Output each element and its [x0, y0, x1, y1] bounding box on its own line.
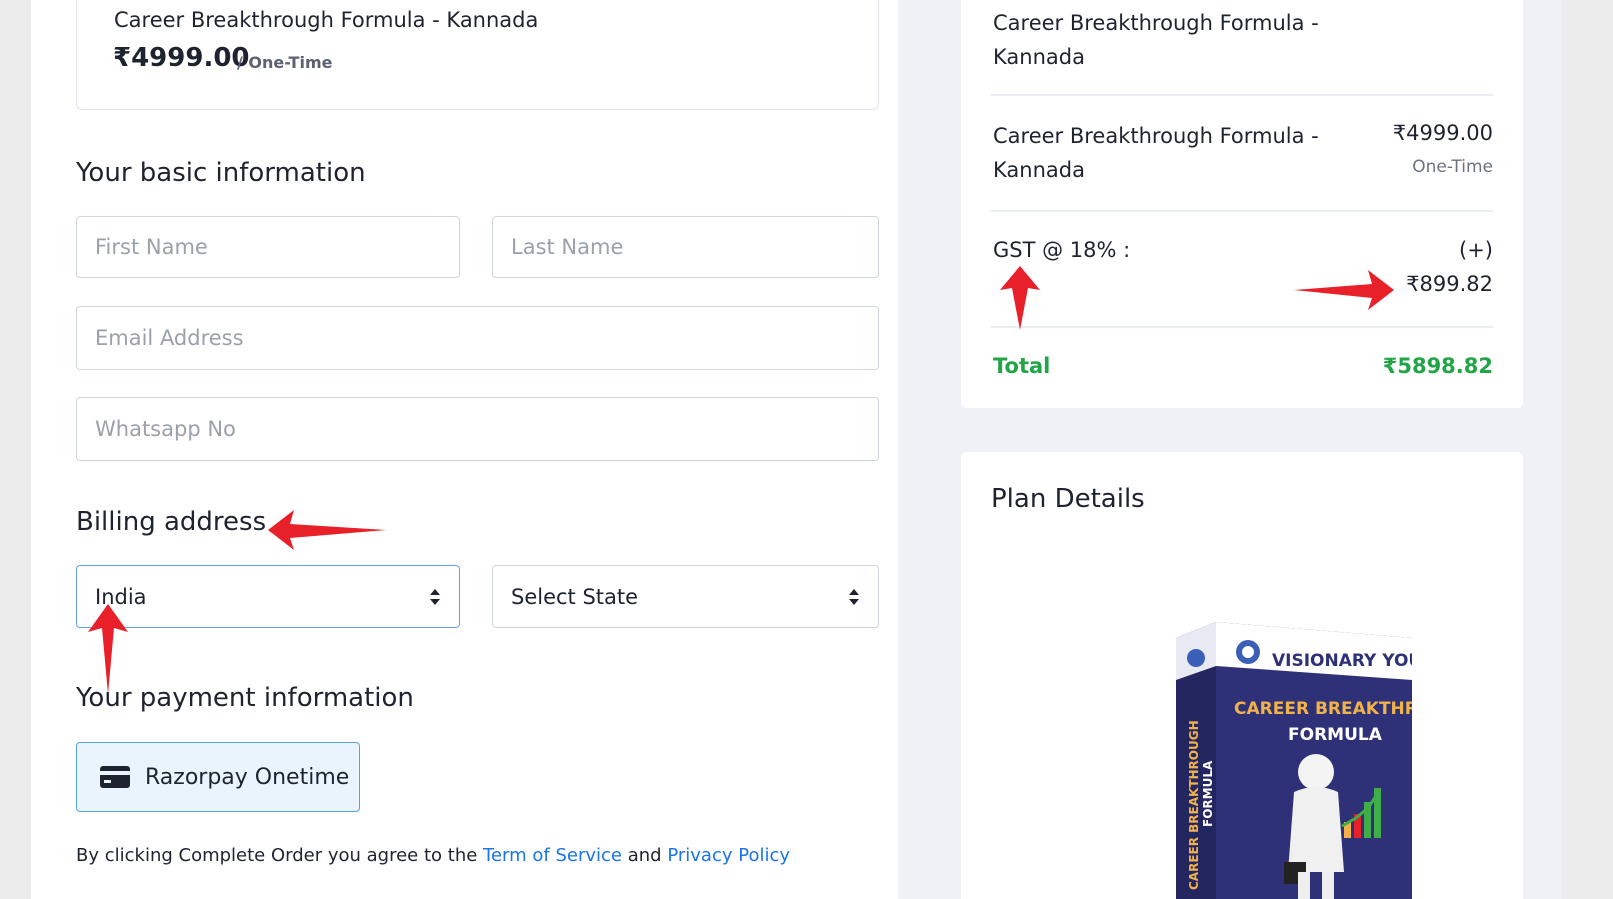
billing-address-title: Billing address — [76, 507, 267, 537]
email-field[interactable] — [76, 306, 879, 370]
box-spine-line2: FORMULA — [1201, 760, 1215, 827]
brand-logo-icon — [1187, 649, 1205, 667]
gst-label: GST @ 18% : — [993, 238, 1131, 262]
product-price: ₹4999.00 — [113, 43, 250, 73]
payment-info-title: Your payment information — [76, 683, 414, 713]
summary-item-price: ₹4999.00 — [1392, 121, 1493, 145]
state-select[interactable]: Select State — [492, 565, 879, 628]
box-title-line1: CAREER BREAKTHROUGH — [1234, 699, 1412, 719]
product-period: / One-Time — [237, 53, 333, 72]
summary-divider — [991, 94, 1493, 96]
select-caret-icon — [430, 589, 440, 605]
gst-value: ₹899.82 — [1406, 272, 1493, 296]
first-name-field[interactable] — [76, 216, 460, 278]
plan-details-title: Plan Details — [991, 484, 1145, 514]
box-spine-line1: CAREER BREAKTHROUGH — [1187, 720, 1201, 890]
payment-method-label: Razorpay Onetime — [145, 764, 350, 790]
basic-info-title: Your basic information — [76, 158, 366, 188]
product-name: Career Breakthrough Formula - Kannada — [114, 8, 539, 32]
summary-item-period: One-Time — [1412, 157, 1493, 177]
agreement-prefix: By clicking Complete Order you agree to … — [76, 845, 478, 866]
agreement-text: By clicking Complete Order you agree to … — [76, 845, 790, 866]
last-name-field[interactable] — [492, 216, 879, 278]
gst-sign: (+) — [1459, 238, 1493, 262]
box-brand-text: VISIONARY YOU — [1272, 651, 1412, 671]
summary-item-name: Career Breakthrough Formula - Kannada — [993, 124, 1319, 182]
figure-head — [1298, 754, 1334, 790]
credit-card-icon — [100, 766, 130, 788]
product-box-image: VISIONARY YOU CAREER BREAKTHROUGH FORMUL… — [1176, 622, 1412, 899]
checkout-page: Career Breakthrough Formula - Kannada ₹4… — [0, 0, 1613, 899]
whatsapp-field[interactable] — [76, 397, 879, 461]
figure-body — [1288, 787, 1344, 872]
country-select-value: India — [95, 584, 147, 609]
total-value: ₹5898.82 — [1382, 354, 1493, 378]
razorpay-payment-option[interactable]: Razorpay Onetime — [76, 742, 360, 812]
country-select[interactable]: India — [76, 565, 460, 628]
agreement-and: and — [627, 845, 662, 866]
summary-divider — [991, 210, 1493, 212]
terms-of-service-link[interactable]: Term of Service — [483, 845, 622, 866]
state-select-value: Select State — [511, 584, 639, 609]
total-label: Total — [993, 354, 1051, 378]
summary-divider — [991, 326, 1493, 328]
select-caret-icon — [849, 589, 859, 605]
box-title-line2: FORMULA — [1288, 725, 1383, 745]
privacy-policy-link[interactable]: Privacy Policy — [667, 845, 790, 866]
summary-product-title: Career Breakthrough Formula - Kannada — [993, 11, 1319, 69]
